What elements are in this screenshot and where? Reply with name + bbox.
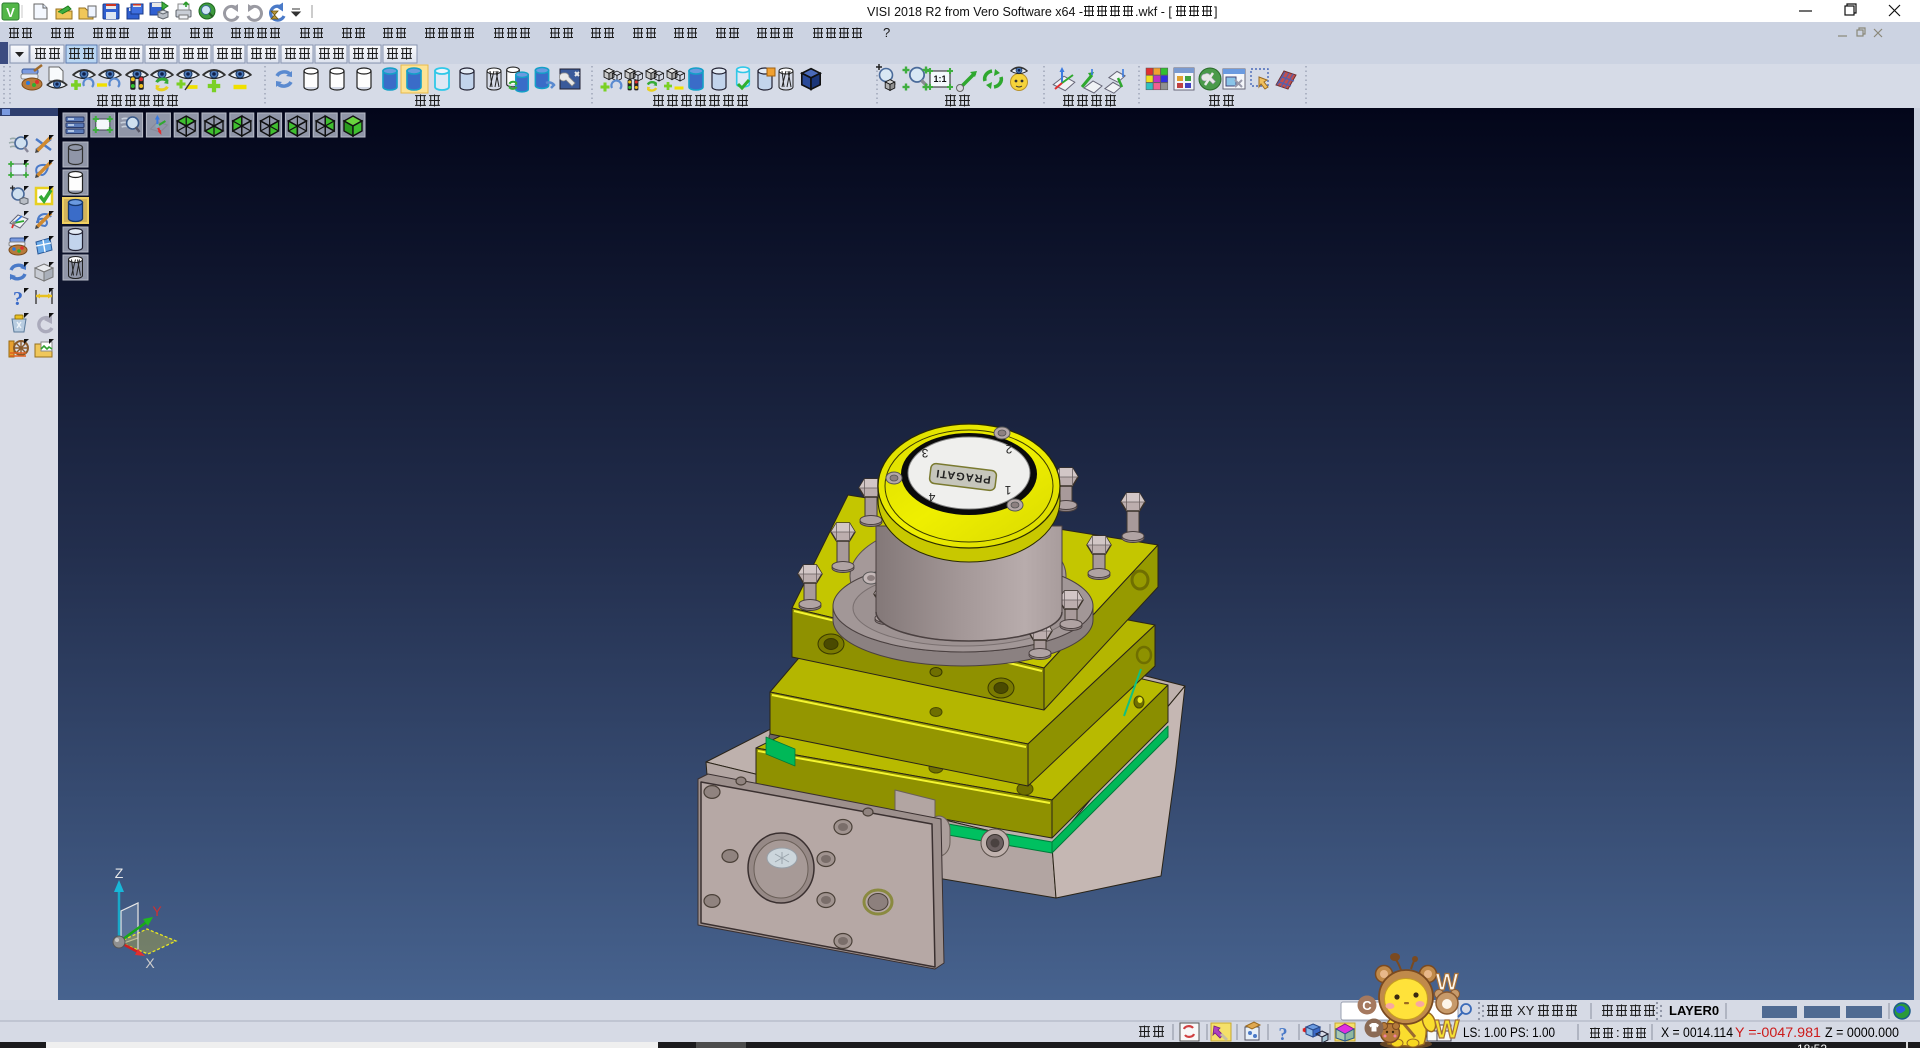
svg-text:X = 0014.114: X = 0014.114	[1661, 1025, 1733, 1040]
svg-text:LS: 1.00 PS: 1.00: LS: 1.00 PS: 1.00	[1463, 1025, 1555, 1040]
svg-text:3: 3	[921, 446, 928, 460]
svg-text:VISI 2018 R2 from Vero Softwar: VISI 2018 R2 from Vero Software x64 -	[867, 5, 1083, 19]
svg-text:Z: Z	[115, 865, 124, 881]
svg-text:XY: XY	[1517, 1003, 1535, 1018]
svg-text:18:52: 18:52	[1797, 1042, 1827, 1048]
svg-text::: :	[1616, 1025, 1620, 1040]
svg-text:V: V	[6, 5, 15, 20]
svg-text:4: 4	[928, 490, 935, 504]
svg-text:LAYER0: LAYER0	[1669, 1003, 1719, 1018]
svg-text:C: C	[1362, 998, 1372, 1013]
svg-text:Z = 0000.000: Z = 0000.000	[1825, 1025, 1899, 1040]
svg-text:]: ]	[1214, 5, 1217, 19]
svg-text:.wkf - [: .wkf - [	[1135, 5, 1172, 19]
svg-text:?: ?	[1279, 1024, 1288, 1044]
svg-text:2: 2	[1005, 442, 1012, 456]
svg-text:Y =-0047.981: Y =-0047.981	[1735, 1025, 1821, 1040]
svg-text:W: W	[1435, 1014, 1460, 1044]
svg-text:X: X	[145, 955, 155, 971]
svg-text:?: ?	[13, 288, 23, 310]
svg-text:Y: Y	[152, 903, 162, 919]
svg-text:1:1: 1:1	[933, 74, 946, 84]
svg-text:?: ?	[883, 25, 890, 40]
svg-text:1: 1	[1004, 483, 1011, 497]
